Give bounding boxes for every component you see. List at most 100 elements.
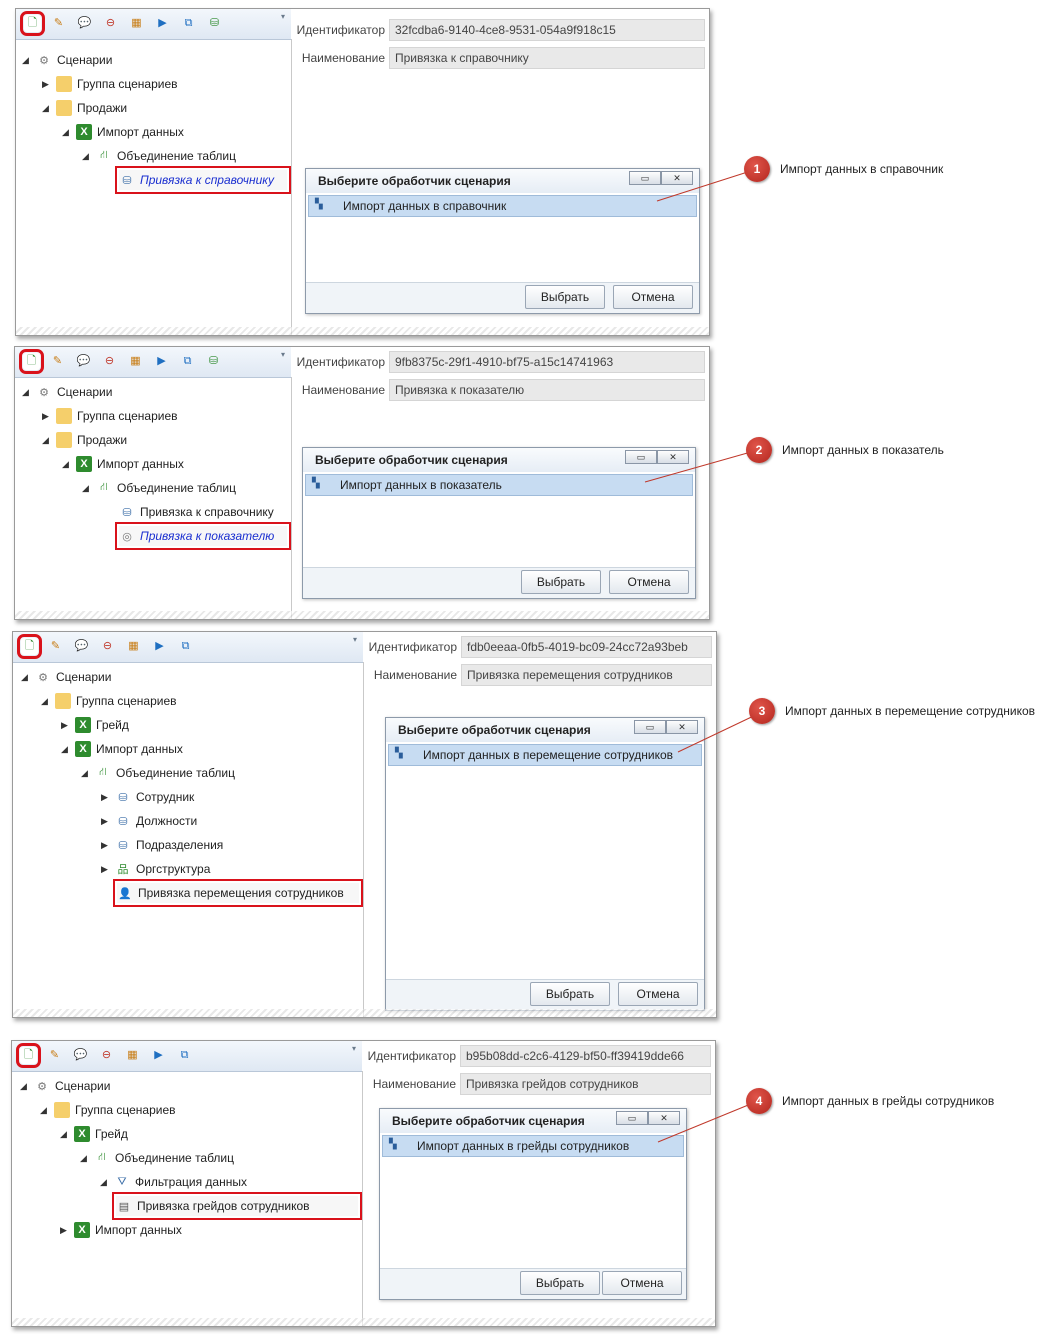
delete-icon[interactable]: ⊖ xyxy=(99,638,116,655)
select-button[interactable]: Выбрать xyxy=(521,570,601,594)
tree-node[interactable]: ◢ ⛙ Объединение таблиц xyxy=(80,1148,234,1168)
tree-node[interactable]: ◢ ⛙ Объединение таблиц xyxy=(82,146,236,166)
copy-icon[interactable]: ⧉ xyxy=(176,1047,193,1064)
tree-node[interactable]: ◢ Продажи xyxy=(42,98,127,118)
name-field[interactable]: Привязка перемещения сотрудников xyxy=(461,664,712,686)
identifier-field[interactable]: fdb0eeaa-0fb5-4019-bc09-24cc72a93beb xyxy=(461,636,712,658)
restore-icon[interactable]: ▭ xyxy=(634,720,666,734)
tree-node[interactable]: ▶ X Импорт данных xyxy=(60,1220,182,1240)
comment-icon[interactable]: 💬 xyxy=(75,353,92,370)
new-scenario-icon[interactable]: 🗋 xyxy=(19,349,44,374)
tree-node[interactable]: ▶ Группа сценариев xyxy=(42,406,178,426)
run-icon[interactable]: ▶ xyxy=(154,15,171,32)
tree-node-selected[interactable]: ⛁ Привязка к справочнику xyxy=(115,166,291,194)
restore-icon[interactable]: ▭ xyxy=(616,1111,648,1125)
grade-table-icon: ▤ xyxy=(118,1200,130,1213)
tree-node[interactable]: ◢ ⚙ Сценарии xyxy=(22,50,112,70)
cancel-button[interactable]: Отмена xyxy=(609,570,689,594)
identifier-field[interactable]: b95b08dd-c2c6-4129-bf50-ff39419dde66 xyxy=(460,1045,711,1067)
tree-node[interactable]: ▶ ⛁ Должности xyxy=(101,811,197,831)
tree-node[interactable]: ◢ Группа сценариев xyxy=(40,1100,176,1120)
handler-item[interactable]: ▚ Импорт данных в грейды сотрудников xyxy=(382,1135,684,1157)
cancel-button[interactable]: Отмена xyxy=(613,285,693,309)
name-row: Наименование Привязка перемещения сотрудн… xyxy=(365,664,712,686)
identifier-row: Идентификатор fdb0eeaa-0fb5-4019-bc09-24c… xyxy=(365,636,712,658)
select-button[interactable]: Выбрать xyxy=(520,1271,600,1295)
tree-node-selected[interactable]: 👤 Привязка перемещения сотрудников xyxy=(113,879,363,907)
tree-node[interactable]: ▶ X Грейд xyxy=(61,715,129,735)
new-scenario-icon[interactable]: 🗋 xyxy=(20,11,45,36)
comment-icon[interactable]: 💬 xyxy=(72,1047,89,1064)
tree-node[interactable]: ◢ X Импорт данных xyxy=(62,122,184,142)
copy-icon[interactable]: ⧉ xyxy=(180,15,197,32)
select-button[interactable]: Выбрать xyxy=(530,982,610,1006)
tree-node[interactable]: ▶ ⛁ Подразделения xyxy=(101,835,223,855)
toolbar-scroll[interactable]: ▾ xyxy=(281,12,289,36)
callout-badge: 3 xyxy=(749,698,775,724)
run-icon[interactable]: ▶ xyxy=(150,1047,167,1064)
database-icon: ⛁ xyxy=(122,506,132,519)
restore-icon[interactable]: ▭ xyxy=(625,450,657,464)
handler-item[interactable]: ▚ Импорт данных в показатель xyxy=(305,474,693,496)
close-icon[interactable]: ✕ xyxy=(666,720,698,734)
tree-node[interactable]: ◢ ⛛ Фильтрация данных xyxy=(100,1172,247,1192)
run-icon[interactable]: ▶ xyxy=(151,638,168,655)
name-field[interactable]: Привязка грейдов сотрудников xyxy=(460,1073,711,1095)
table-icon[interactable]: ▦ xyxy=(124,1047,141,1064)
identifier-field[interactable]: 9fb8375c-29f1-4910-bf75-a15c14741963 xyxy=(389,351,705,373)
copy-icon[interactable]: ⧉ xyxy=(179,353,196,370)
close-icon[interactable]: ✕ xyxy=(648,1111,680,1125)
copy-icon[interactable]: ⧉ xyxy=(177,638,194,655)
tree-node[interactable]: ▶ 品 Оргструктура xyxy=(101,859,210,879)
callout-1: 1 Импорт данных в справочник xyxy=(744,156,943,182)
delete-icon[interactable]: ⊖ xyxy=(98,1047,115,1064)
restore-icon[interactable]: ▭ xyxy=(629,171,661,185)
export-icon[interactable]: ⛁ xyxy=(205,353,222,370)
delete-icon[interactable]: ⊖ xyxy=(101,353,118,370)
edit-icon[interactable]: ✎ xyxy=(46,1047,63,1064)
edit-icon[interactable]: ✎ xyxy=(47,638,64,655)
tree-node[interactable]: ▶ ⛁ Сотрудник xyxy=(101,787,194,807)
tree-node[interactable]: ◢ X Импорт данных xyxy=(61,739,183,759)
edit-icon[interactable]: ✎ xyxy=(50,15,67,32)
select-button[interactable]: Выбрать xyxy=(525,285,605,309)
new-scenario-icon[interactable]: 🗋 xyxy=(17,634,42,659)
identifier-field[interactable]: 32fcdba6-9140-4ce8-9531-054a9f918c15 xyxy=(389,19,705,41)
name-field[interactable]: Привязка к справочнику xyxy=(389,47,705,69)
toolbar-scroll[interactable]: ▾ xyxy=(353,635,361,659)
tree-node[interactable]: ◢ ⚙ Сценарии xyxy=(20,1076,110,1096)
tree-node-selected[interactable]: ◎ Привязка к показателю xyxy=(115,522,291,550)
comment-icon[interactable]: 💬 xyxy=(76,15,93,32)
delete-icon[interactable]: ⊖ xyxy=(102,15,119,32)
run-icon[interactable]: ▶ xyxy=(153,353,170,370)
tree-node[interactable]: ▶ Группа сценариев xyxy=(42,74,178,94)
tree-node[interactable]: ⛁ Привязка к справочнику xyxy=(119,502,273,522)
toolbar-scroll[interactable]: ▾ xyxy=(352,1044,360,1068)
tree-node[interactable]: ◢ ⛙ Объединение таблиц xyxy=(82,478,236,498)
tree-node[interactable]: ◢ ⛙ Объединение таблиц xyxy=(81,763,235,783)
table-icon[interactable]: ▦ xyxy=(128,15,145,32)
table-icon[interactable]: ▦ xyxy=(125,638,142,655)
cancel-button[interactable]: Отмена xyxy=(602,1271,682,1295)
excel-icon: X xyxy=(75,717,91,733)
tree-node[interactable]: ◢ X Импорт данных xyxy=(62,454,184,474)
export-icon[interactable]: ⛁ xyxy=(206,15,223,32)
tree-node[interactable]: ◢ Продажи xyxy=(42,430,127,450)
close-icon[interactable]: ✕ xyxy=(657,450,689,464)
handler-item[interactable]: ▚ Импорт данных в перемещение сотрудников xyxy=(388,744,702,766)
cancel-button[interactable]: Отмена xyxy=(618,982,698,1006)
toolbar-scroll[interactable]: ▾ xyxy=(281,350,289,374)
gauge-icon: ◎ xyxy=(122,530,132,543)
tree-node-selected[interactable]: ▤ Привязка грейдов сотрудников xyxy=(112,1192,362,1220)
tree-node[interactable]: ◢ ⚙ Сценарии xyxy=(22,382,112,402)
tree-node[interactable]: ◢ Группа сценариев xyxy=(41,691,177,711)
new-scenario-icon[interactable]: 🗋 xyxy=(16,1043,41,1068)
tree-node[interactable]: ◢ ⚙ Сценарии xyxy=(21,667,111,687)
edit-icon[interactable]: ✎ xyxy=(49,353,66,370)
name-field[interactable]: Привязка к показателю xyxy=(389,379,705,401)
comment-icon[interactable]: 💬 xyxy=(73,638,90,655)
tree-node[interactable]: ◢ X Грейд xyxy=(60,1124,128,1144)
handler-item[interactable]: ▚ Импорт данных в справочник xyxy=(308,195,697,217)
close-icon[interactable]: ✕ xyxy=(661,171,693,185)
table-icon[interactable]: ▦ xyxy=(127,353,144,370)
